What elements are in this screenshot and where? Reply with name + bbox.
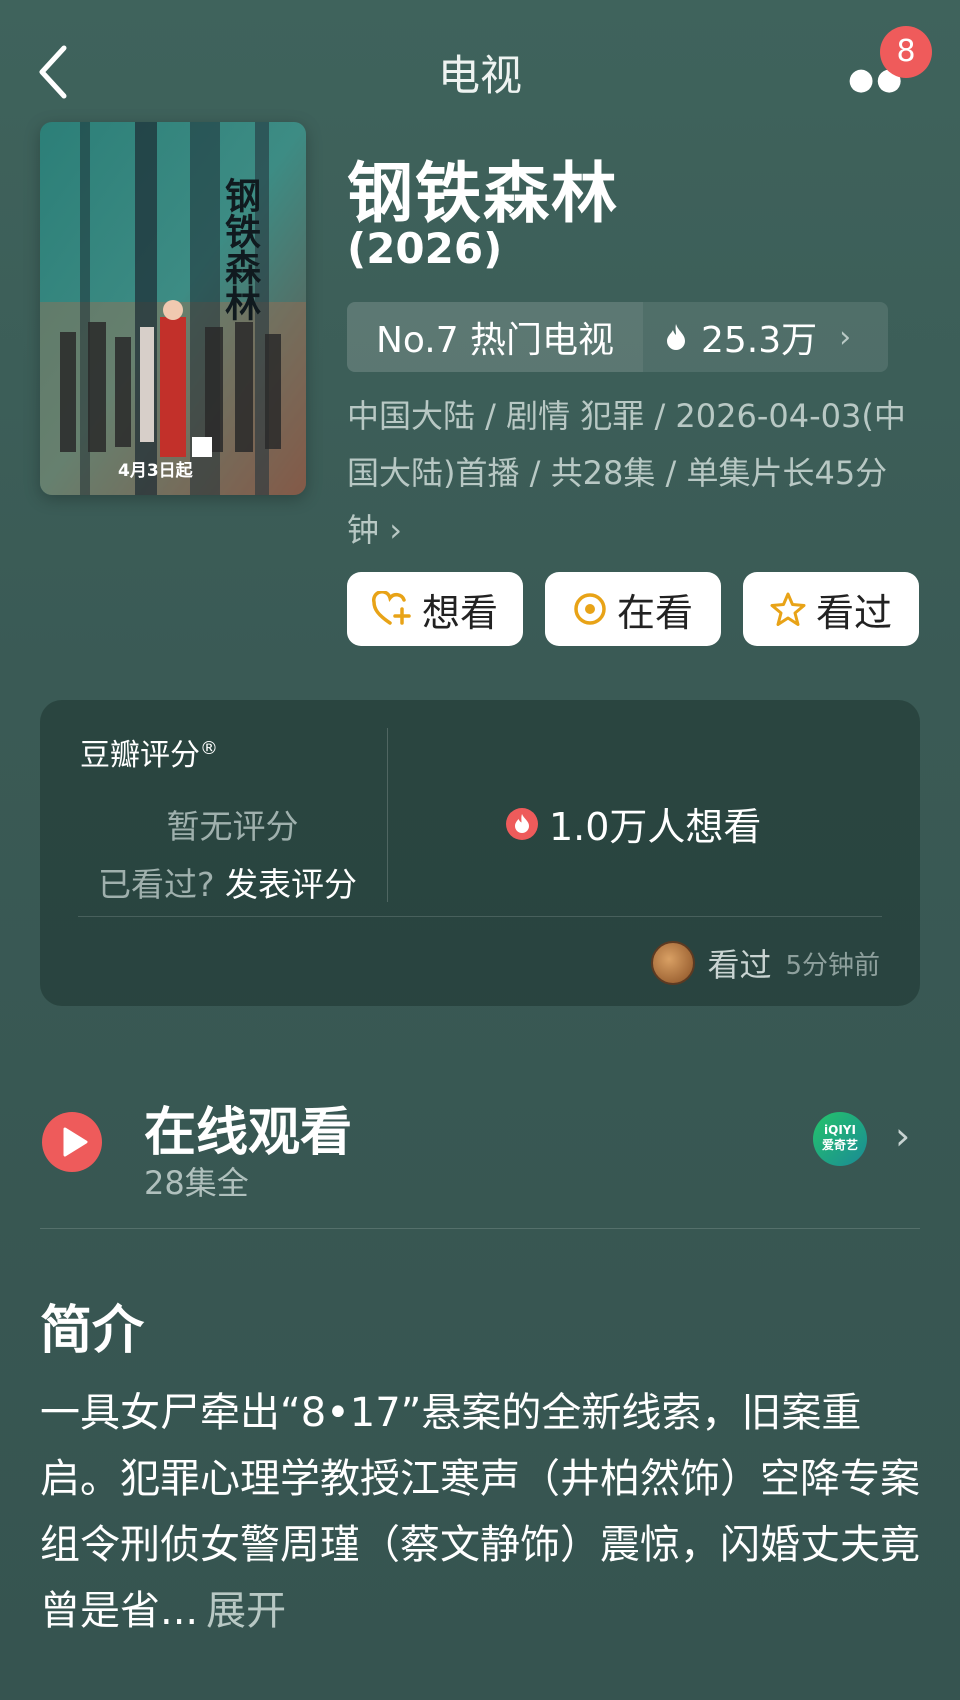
flame-icon <box>667 324 685 350</box>
heat-value: 25.3万 <box>701 320 818 361</box>
poster-image[interactable]: 钢铁森林 4月3日起 <box>40 122 306 495</box>
online-watch-row[interactable]: 在线观看 28集全 iQIYI 爱奇艺 › <box>40 1084 920 1214</box>
iqiyi-text: iQIYI <box>824 1123 856 1137</box>
heart-plus-icon <box>372 591 411 625</box>
chevron-right-icon[interactable]: › <box>895 1114 910 1158</box>
registered-mark: ® <box>200 738 218 759</box>
target-icon <box>574 593 606 625</box>
online-watch-title: 在线观看 <box>144 1103 353 1163</box>
iqiyi-logo-icon[interactable]: iQIYI 爱奇艺 <box>813 1112 867 1166</box>
intro-body: 一具女尸牵出“8•17”悬案的全新线索，旧案重启。犯罪心理学教授江寒声（井柏然饰… <box>40 1390 920 1634</box>
rate-prompt: 已看过? 发表评分 <box>98 858 357 906</box>
svg-text:钢铁森林: 钢铁森林 <box>219 177 261 321</box>
recent-time: 5分钟前 <box>785 950 880 981</box>
meta-chevron-icon: › <box>389 511 402 549</box>
watched-button[interactable]: 看过 <box>743 572 919 646</box>
heat-count[interactable]: 25.3万 › <box>643 302 888 372</box>
movie-title: 钢铁森林 <box>347 155 619 232</box>
meta-text: 中国大陆 / 剧情 犯罪 / 2026-04-03(中国大陆)首播 / 共28集… <box>347 397 906 549</box>
poster-date: 4月3日起 <box>118 461 193 481</box>
action-buttons: 想看 在看 看过 <box>347 572 919 646</box>
watching-label: 在看 <box>616 590 693 635</box>
online-watch-subtitle: 28集全 <box>144 1164 249 1202</box>
want-to-watch-label: 想看 <box>421 590 498 635</box>
recent-action: 看过 <box>707 946 772 984</box>
intro-heading: 简介 <box>40 1301 145 1361</box>
iqiyi-cn-text: 爱奇艺 <box>821 1138 858 1152</box>
section-divider <box>40 1228 920 1229</box>
rank-label[interactable]: No.7 热门电视 <box>347 302 643 372</box>
movie-year: (2026) <box>347 224 503 273</box>
rating-label: 豆瓣评分® <box>80 730 218 774</box>
rate-prompt-text: 已看过? <box>98 865 215 904</box>
avatar[interactable] <box>651 941 696 985</box>
expand-link[interactable]: 展开 <box>206 1588 286 1634</box>
no-rating-text: 暂无评分 <box>166 807 299 846</box>
movie-meta[interactable]: 中国大陆 / 剧情 犯罪 / 2026-04-03(中国大陆)首播 / 共28集… <box>347 388 907 559</box>
notification-badge[interactable]: 8 <box>880 26 932 78</box>
watching-button[interactable]: 在看 <box>545 572 721 646</box>
ranking-bar[interactable]: No.7 热门电视 25.3万 › <box>347 302 888 372</box>
fire-badge-icon <box>506 807 538 840</box>
rating-card: 豆瓣评分® 暂无评分 已看过? 发表评分 1.0万人想看 看过 5分钟前 <box>40 700 920 1006</box>
post-rating-link[interactable]: 发表评分 <box>225 865 357 904</box>
play-icon[interactable] <box>42 1112 102 1172</box>
horizontal-divider <box>78 916 882 917</box>
star-icon <box>770 592 806 626</box>
vertical-divider <box>387 728 388 902</box>
recent-activity[interactable]: 看过 5分钟前 <box>651 940 880 986</box>
top-bar: 电视 ●● 8 <box>0 0 960 140</box>
rating-label-text: 豆瓣评分 <box>80 738 200 773</box>
want-count-text: 1.0万人想看 <box>549 805 762 849</box>
page-title: 电视 <box>437 51 522 100</box>
chevron-right-icon: › <box>839 319 852 355</box>
want-to-watch-button[interactable]: 想看 <box>347 572 523 646</box>
want-count[interactable]: 1.0万人想看 <box>505 796 761 851</box>
watched-label: 看过 <box>815 590 892 635</box>
intro-text: 一具女尸牵出“8•17”悬案的全新线索，旧案重启。犯罪心理学教授江寒声（井柏然饰… <box>40 1380 920 1644</box>
